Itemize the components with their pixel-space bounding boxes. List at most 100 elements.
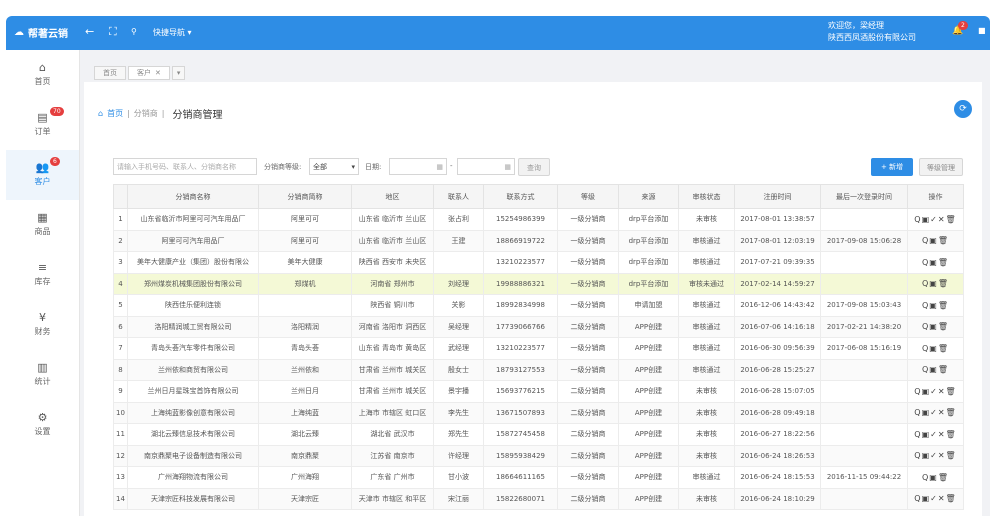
back-arrow-icon[interactable]: ← — [85, 25, 94, 38]
refresh-icon: ⟳ — [959, 104, 967, 114]
add-button[interactable]: + 新增 — [871, 158, 913, 176]
end-date-input[interactable]: ▦ — [457, 158, 515, 175]
table-row[interactable]: 8 兰州依和商贸有限公司 兰州依和 甘肃省 兰州市 城关区 殷女士 18793127553… — [113, 358, 964, 381]
distributor-table: 分销商名称 分销商简称 地区 联系人 联系方式 等级 来源 审核状态 注册时间 最后一次登录时间操… — [113, 184, 964, 510]
table-row[interactable]: 7 青岛头荟汽车零件有限公司 青岛头荟 山东省 青岛市 黄岛区 武经理 132102235… — [113, 337, 964, 360]
refresh-button[interactable]: ⟳ — [954, 100, 972, 118]
table-cell: drp平台添加 — [618, 229, 679, 252]
table-row[interactable]: 10 上海纯蓝影像创意有限公司 上海纯蓝 上海市 市辖区 虹口区 李先生 13671507… — [113, 401, 964, 424]
tab-dropdown[interactable]: ▾ — [171, 66, 186, 80]
table-cell: 二级分销商 — [557, 444, 619, 467]
query-button[interactable]: 查询 — [518, 158, 550, 176]
column-header: 分销商名称 — [127, 184, 259, 209]
table-cell: 南京鼎聚 — [258, 444, 352, 467]
row-actions[interactable]: Q▣✓✕🗑 — [907, 423, 964, 446]
order-icon: ▤ — [37, 111, 48, 124]
table-cell: 11 — [113, 423, 128, 446]
row-actions[interactable]: Q▣✓✕🗑 — [907, 380, 964, 403]
bell-icon[interactable]: 🔔 2 — [952, 21, 968, 36]
table-row[interactable]: 11 湖北云臻信息技术有限公司 湖北云臻 湖北省 武汉市 郑先生 15872745458 二… — [113, 423, 964, 446]
row-actions[interactable]: Q▣🗑 — [907, 466, 964, 489]
sidebar-badge: 6 — [50, 157, 60, 166]
sidebar-item-products[interactable]: ▦ 商品 — [6, 200, 79, 250]
tab-customer[interactable]: 客户 ✕ — [128, 66, 170, 80]
table-row[interactable]: 12 南京鼎聚电子设备制造有限公司 南京鼎聚 江苏省 南京市 许经理 1589593842… — [113, 444, 964, 467]
table-cell: 17739066766 — [483, 315, 558, 338]
search-icon[interactable]: ⚲ — [131, 27, 137, 36]
table-cell: 二级分销商 — [557, 380, 619, 403]
table-row[interactable]: 13 广州海翔物流有限公司 广州海翔 广东省 广州市 甘小波 18664611165 一级分… — [113, 466, 964, 489]
user-info[interactable]: 欢迎您，梁经理 陕西西凤酒股份有限公司 — [828, 20, 916, 44]
row-actions[interactable]: Q▣🗑 — [907, 294, 964, 317]
table-row[interactable]: 2 阿里可可汽车用品厂 阿里可可 山东省 临沂市 兰山区 王建 18866919722 一级… — [113, 229, 964, 252]
search-input[interactable]: 请输入手机号码、联系人、分销商名称 — [113, 158, 257, 175]
table-cell: 美年大健康 — [258, 251, 352, 274]
table-cell: 18664611165 — [483, 466, 558, 489]
table-cell: 上海纯蓝 — [258, 401, 352, 424]
row-actions[interactable]: Q▣🗑 — [907, 337, 964, 360]
breadcrumb-level1[interactable]: 分销商 — [134, 108, 158, 119]
row-actions[interactable]: Q▣✓✕🗑 — [907, 487, 964, 510]
row-actions[interactable]: Q▣✓✕🗑 — [907, 208, 964, 231]
table-row[interactable]: 14 天津宗匠科技发展有限公司 天津宗匠 天津市 市辖区 和平区 宋江丽 15822680… — [113, 487, 964, 510]
message-icon[interactable]: ■ — [978, 26, 986, 35]
breadcrumb-separator: | — [161, 109, 165, 118]
table-cell: 2016-07-06 14:16:18 — [734, 315, 821, 338]
table-row[interactable]: 5 陕西佳乐便利连锁 陕西省 铜川市 关影 18992834998 一级分销商 申请加盟 审核… — [113, 294, 964, 317]
table-cell: 山东省 临沂市 兰山区 — [351, 208, 434, 231]
sidebar-item-inventory[interactable]: ≡ 库存 — [6, 250, 79, 300]
table-cell: 天津市 市辖区 和平区 — [351, 487, 434, 510]
table-cell: 甘肃省 兰州市 城关区 — [351, 358, 434, 381]
row-actions[interactable]: Q▣✓✕🗑 — [907, 444, 964, 467]
table-row[interactable]: 3 美年大健康产业（集团）股份有限公 美年大健康 陕西省 西安市 未央区 1321022… — [113, 251, 964, 274]
sidebar-item-stats[interactable]: ▥ 统计 — [6, 350, 79, 400]
welcome-text: 欢迎您，梁经理 — [828, 21, 884, 30]
row-actions[interactable]: Q▣✓✕🗑 — [907, 401, 964, 424]
row-actions[interactable]: Q▣🗑 — [907, 229, 964, 252]
table-cell: drp平台添加 — [618, 272, 679, 295]
sidebar-item-label: 订单 — [34, 127, 51, 136]
sidebar-item-customers[interactable]: 👥 6 客户 — [6, 150, 79, 200]
sidebar-item-label: 首页 — [34, 77, 51, 86]
table-row[interactable]: 9 兰州日月星珠宝首饰有限公司 兰州日月 甘肃省 兰州市 城关区 景宇播 15693776… — [113, 380, 964, 403]
sidebar-item-home[interactable]: ⌂ 首页 — [6, 50, 79, 100]
table-cell: 兰州依和 — [258, 358, 352, 381]
breadcrumb-home[interactable]: 首页 — [107, 108, 123, 119]
table-row[interactable]: 4 郑州煤炭机械集团股份有限公司 郑煤机 河南省 郑州市 刘经理 19988886321 一… — [113, 272, 964, 295]
table-cell — [820, 444, 908, 467]
top-bar: ☁ 帮著云销 ← ⛶ ⚲ 快捷导航 ▾ 欢迎您，梁经理 陕西西凤酒股份有限公司 … — [6, 16, 990, 50]
close-icon[interactable]: ✕ — [155, 69, 161, 77]
logo-text: 帮著云销 — [28, 29, 68, 40]
table-cell: 未审核 — [678, 444, 735, 467]
table-cell: 山东省临沂市阿里可可汽车用品厂 — [127, 208, 259, 231]
row-actions[interactable]: Q▣🗑 — [907, 315, 964, 338]
row-actions[interactable]: Q▣🗑 — [907, 272, 964, 295]
table-cell: 上海纯蓝影像创意有限公司 — [127, 401, 259, 424]
row-actions[interactable]: Q▣🗑 — [907, 251, 964, 274]
table-cell: 陕西佳乐便利连锁 — [127, 294, 259, 317]
table-cell: 兰州依和商贸有限公司 — [127, 358, 259, 381]
cloud-icon: ☁ — [14, 27, 24, 38]
table-cell: APP创建 — [618, 380, 679, 403]
fullscreen-icon[interactable]: ⛶ — [109, 25, 117, 39]
level-manage-button[interactable]: 等级管理 — [919, 158, 963, 176]
table-cell: 未审核 — [678, 401, 735, 424]
table-cell: 未审核 — [678, 208, 735, 231]
table-row[interactable]: 1 山东省临沂市阿里可可汽车用品厂 阿里可可 山东省 临沂市 兰山区 张占利 152549… — [113, 208, 964, 231]
column-header: 审核状态 — [678, 184, 735, 209]
tab-home[interactable]: 首页 — [94, 66, 126, 80]
level-select[interactable]: 全部 ▾ — [309, 158, 359, 175]
table-cell: 4 — [113, 272, 128, 295]
start-date-input[interactable]: ▦ — [389, 158, 447, 175]
table-cell: 阿里可可 — [258, 229, 352, 252]
table-row[interactable]: 6 洛阳精润城工贸有限公司 洛阳精润 河南省 洛阳市 洞西区 吴经理 1773906676… — [113, 315, 964, 338]
date-dash: - — [450, 162, 453, 170]
row-actions[interactable]: Q▣🗑 — [907, 358, 964, 381]
sidebar-item-settings[interactable]: ⚙ 设置 — [6, 400, 79, 450]
sidebar-item-finance[interactable]: ¥ 财务 — [6, 300, 79, 350]
table-cell — [820, 251, 908, 274]
tab-bar: 首页 客户 ✕ ▾ — [94, 66, 186, 80]
quick-nav-dropdown[interactable]: 快捷导航 ▾ — [153, 27, 192, 38]
sidebar-item-orders[interactable]: ▤ 70 订单 — [6, 100, 79, 150]
table-cell: 阿里可可 — [258, 208, 352, 231]
